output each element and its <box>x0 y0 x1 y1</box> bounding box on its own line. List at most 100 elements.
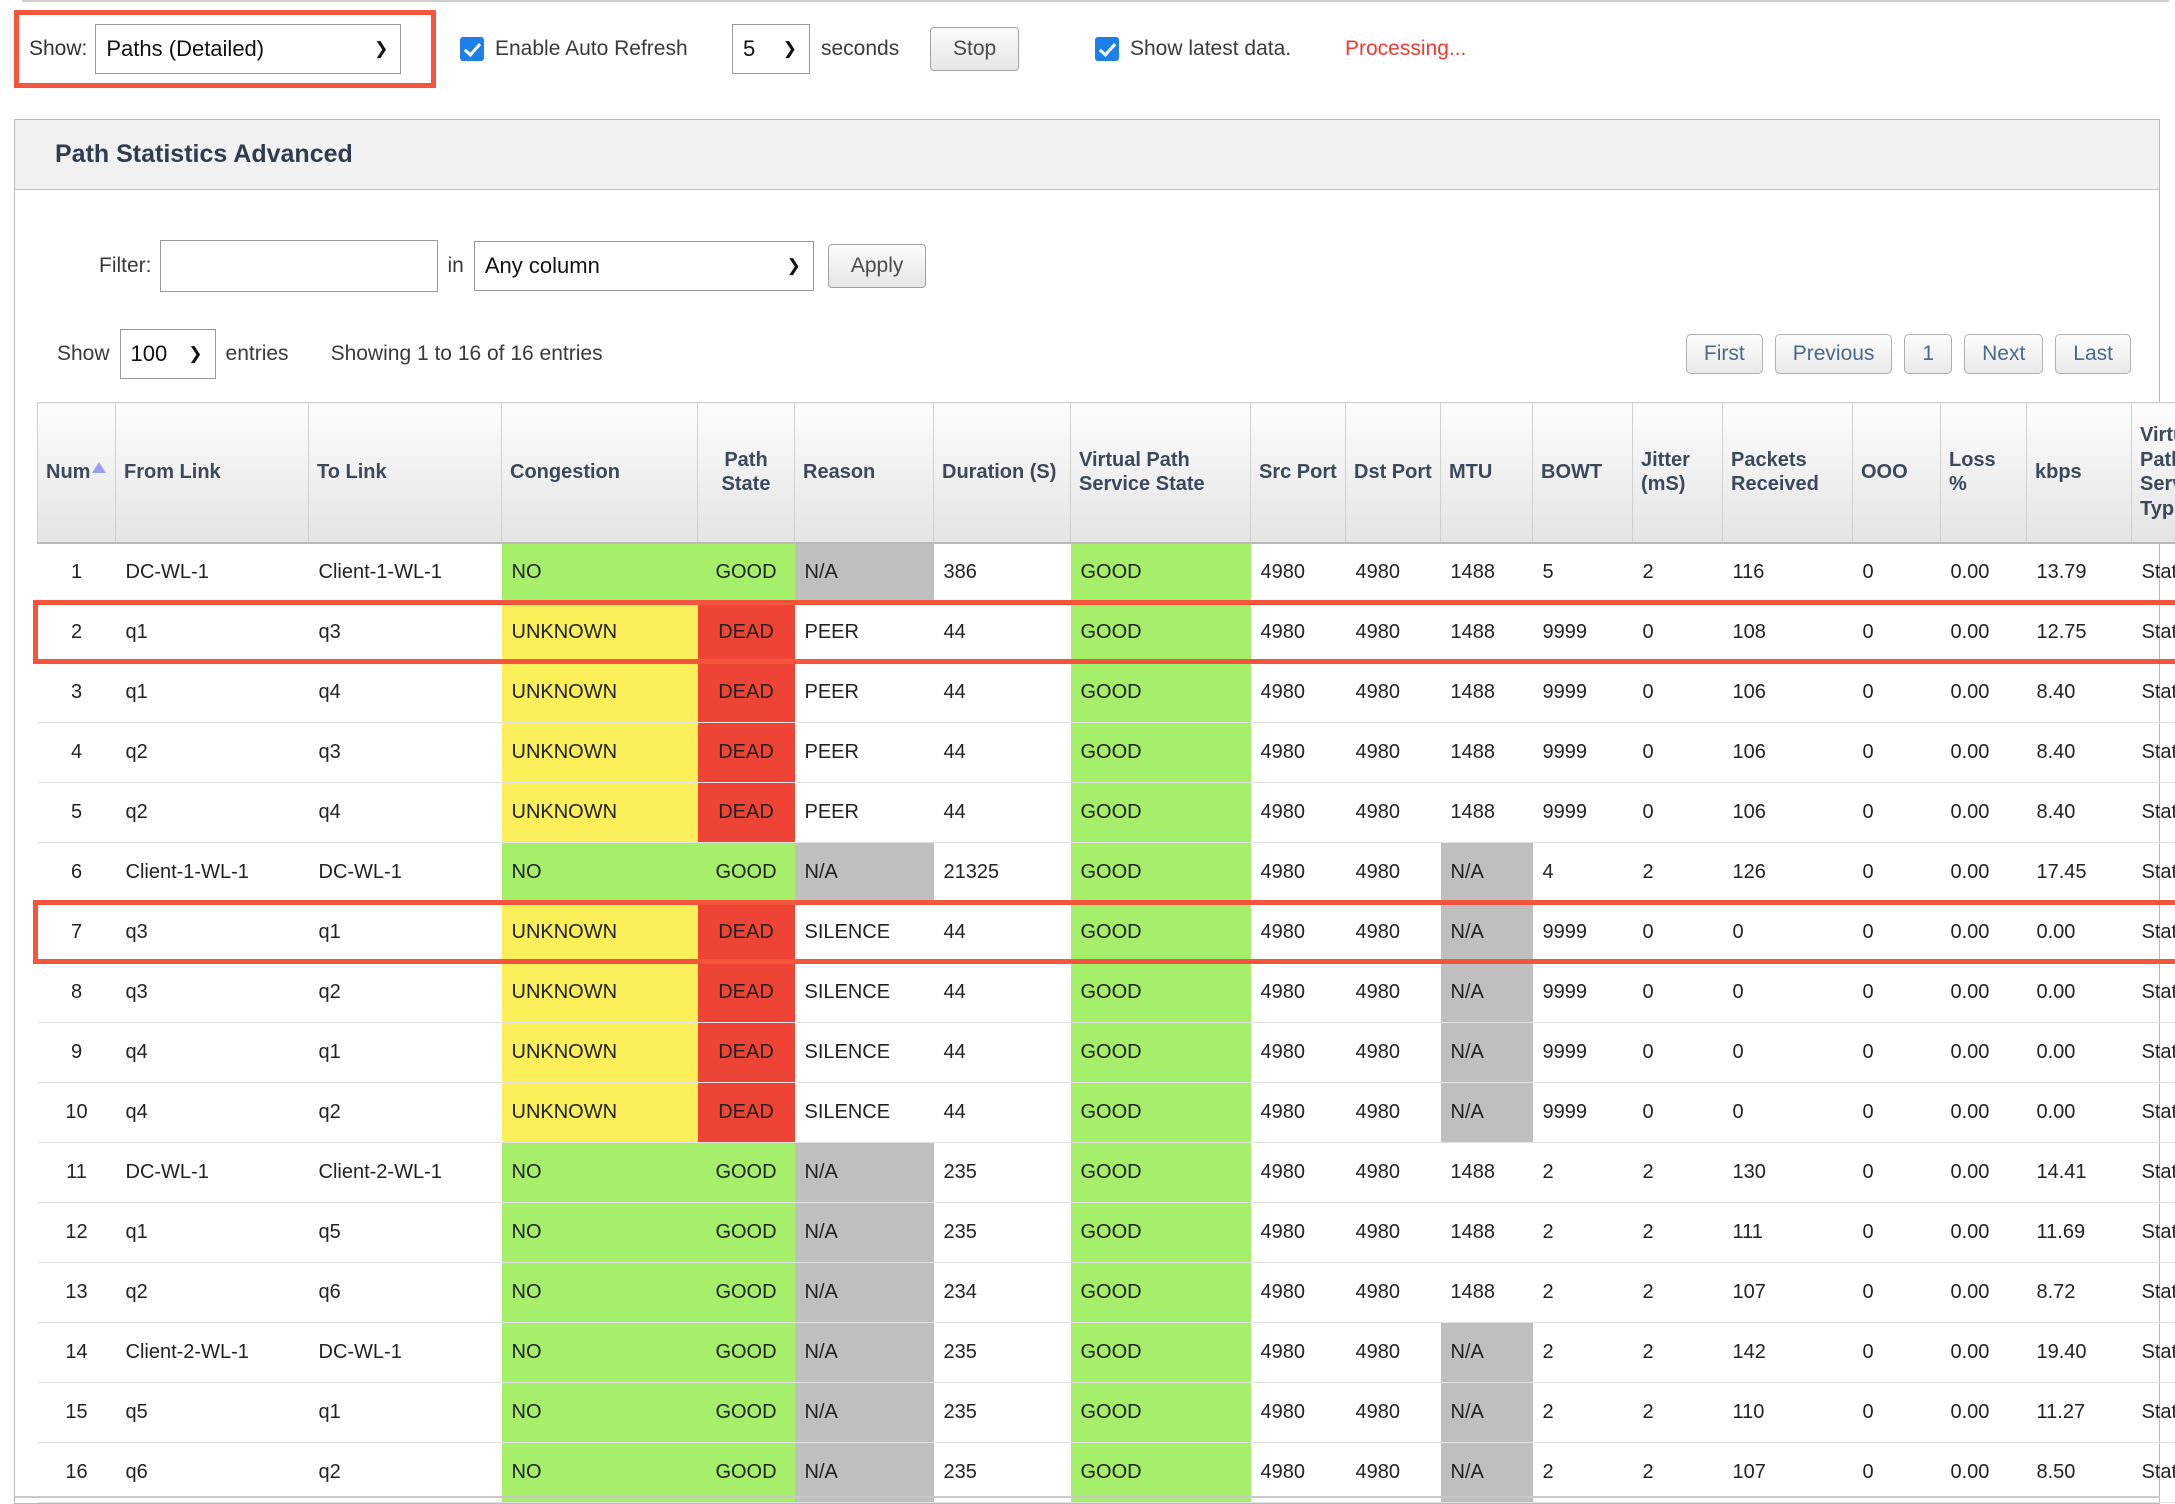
cell-to: q2 <box>309 1443 502 1503</box>
show-selector-highlight: Show: Paths (Detailed) ❯ <box>14 10 436 88</box>
table-row[interactable]: 5q2q4UNKNOWNDEADPEER44GOOD49804980148899… <box>38 783 2175 843</box>
cell-loss: 0.00 <box>1941 1023 2027 1083</box>
entries-per-page-select[interactable]: 100 ❯ <box>120 329 216 379</box>
cell-kbps: 12.75 <box>2027 603 2132 663</box>
in-label: in <box>448 254 464 278</box>
cell-kbps: 8.40 <box>2027 663 2132 723</box>
path-statistics-panel: Path Statistics Advanced Filter: in Any … <box>14 119 2160 1504</box>
col-header-to-link[interactable]: To Link <box>309 403 502 543</box>
cell-vpst: Static <box>2132 1023 2175 1083</box>
col-header-path-state[interactable]: Path State <box>698 403 795 543</box>
cell-to: q3 <box>309 723 502 783</box>
table-row[interactable]: 16q6q2NOGOODN/A235GOOD49804980N/A2210700… <box>38 1443 2175 1503</box>
cell-to: q1 <box>309 1383 502 1443</box>
table-row[interactable]: 13q2q6NOGOODN/A234GOOD498049801488221070… <box>38 1263 2175 1323</box>
cell-path-state: GOOD <box>698 843 795 903</box>
table-row[interactable]: 8q3q2UNKNOWNDEADSILENCE44GOOD49804980N/A… <box>38 963 2175 1023</box>
table-row[interactable]: 3q1q4UNKNOWNDEADPEER44GOOD49804980148899… <box>38 663 2175 723</box>
cell-jitter: 2 <box>1633 1383 1723 1443</box>
col-header-virtual-path-service-state[interactable]: Virtual Path Service State <box>1071 403 1251 543</box>
cell-num: 15 <box>38 1383 116 1443</box>
cell-vpss: GOOD <box>1071 1203 1251 1263</box>
pagination-next[interactable]: Next <box>1964 334 2043 374</box>
col-header-bowt[interactable]: BOWT <box>1533 403 1633 543</box>
col-header-mtu[interactable]: MTU <box>1441 403 1533 543</box>
table-row[interactable]: 4q2q3UNKNOWNDEADPEER44GOOD49804980148899… <box>38 723 2175 783</box>
panel-header: Path Statistics Advanced <box>15 120 2159 190</box>
pagination-previous[interactable]: Previous <box>1775 334 1893 374</box>
cell-num: 1 <box>38 543 116 603</box>
cell-from: DC-WL-1 <box>116 543 309 603</box>
cell-from: q4 <box>116 1023 309 1083</box>
col-header-congestion[interactable]: Congestion <box>502 403 698 543</box>
table-row[interactable]: 1DC-WL-1Client-1-WL-1NOGOODN/A386GOOD498… <box>38 543 2175 603</box>
filter-column-select[interactable]: Any column ❯ <box>474 241 814 291</box>
cell-kbps: 0.00 <box>2027 903 2132 963</box>
cell-dst: 4980 <box>1346 783 1441 843</box>
col-header-virtual-path-service-type[interactable]: Virtual Path Service Type <box>2132 403 2175 543</box>
show-label: Show: <box>29 37 87 61</box>
cell-vpst: Static <box>2132 963 2175 1023</box>
col-header-src-port[interactable]: Src Port <box>1251 403 1346 543</box>
cell-dst: 4980 <box>1346 1023 1441 1083</box>
panel-body: Filter: in Any column ❯ Apply Show 100 ❯… <box>15 190 2159 1503</box>
col-header-dst-port[interactable]: Dst Port <box>1346 403 1441 543</box>
col-header-ooo[interactable]: OOO <box>1853 403 1941 543</box>
table-row[interactable]: 6Client-1-WL-1DC-WL-1NOGOODN/A21325GOOD4… <box>38 843 2175 903</box>
pagination-first[interactable]: First <box>1686 334 1763 374</box>
cell-duration: 234 <box>934 1263 1071 1323</box>
table-row[interactable]: 15q5q1NOGOODN/A235GOOD49804980N/A2211000… <box>38 1383 2175 1443</box>
cell-path-state: DEAD <box>698 603 795 663</box>
cell-mtu: N/A <box>1441 843 1533 903</box>
table-row[interactable]: 7q3q1UNKNOWNDEADSILENCE44GOOD49804980N/A… <box>38 903 2175 963</box>
col-header-kbps[interactable]: kbps <box>2027 403 2132 543</box>
enable-auto-refresh-checkbox[interactable] <box>460 37 484 61</box>
cell-congestion: UNKNOWN <box>502 963 698 1023</box>
cell-src: 4980 <box>1251 1023 1346 1083</box>
col-header-duration[interactable]: Duration (S) <box>934 403 1071 543</box>
cell-vpst: Static <box>2132 1443 2175 1503</box>
chevron-down-icon: ❯ <box>188 344 202 364</box>
cell-duration: 44 <box>934 663 1071 723</box>
cell-ooo: 0 <box>1853 1383 1941 1443</box>
cell-duration: 235 <box>934 1143 1071 1203</box>
col-header-num[interactable]: Num <box>38 403 116 543</box>
cell-duration: 235 <box>934 1323 1071 1383</box>
cell-vpst: Static <box>2132 1143 2175 1203</box>
col-header-packets-received[interactable]: Packets Received <box>1723 403 1853 543</box>
cell-num: 3 <box>38 663 116 723</box>
table-body: 1DC-WL-1Client-1-WL-1NOGOODN/A386GOOD498… <box>38 543 2175 1503</box>
cell-mtu: 1488 <box>1441 1203 1533 1263</box>
cell-ooo: 0 <box>1853 1443 1941 1503</box>
cell-num: 6 <box>38 843 116 903</box>
filter-input[interactable] <box>160 240 438 292</box>
table-row[interactable]: 14Client-2-WL-1DC-WL-1NOGOODN/A235GOOD49… <box>38 1323 2175 1383</box>
table-row[interactable]: 10q4q2UNKNOWNDEADSILENCE44GOOD49804980N/… <box>38 1083 2175 1143</box>
apply-button[interactable]: Apply <box>828 244 927 288</box>
cell-packets: 0 <box>1723 1083 1853 1143</box>
pagination-last[interactable]: Last <box>2055 334 2131 374</box>
refresh-interval-select[interactable]: 5 ❯ <box>732 24 810 74</box>
cell-num: 12 <box>38 1203 116 1263</box>
seconds-label: seconds <box>821 37 899 61</box>
refresh-interval-group: 5 ❯ seconds <box>732 24 899 74</box>
cell-mtu: N/A <box>1441 1443 1533 1503</box>
show-latest-data-checkbox[interactable] <box>1095 37 1119 61</box>
col-header-jitter[interactable]: Jitter (mS) <box>1633 403 1723 543</box>
table-row[interactable]: 9q4q1UNKNOWNDEADSILENCE44GOOD49804980N/A… <box>38 1023 2175 1083</box>
cell-packets: 116 <box>1723 543 1853 603</box>
col-header-loss-pct[interactable]: Loss % <box>1941 403 2027 543</box>
filter-column-value: Any column <box>485 253 600 279</box>
stop-button[interactable]: Stop <box>930 27 1019 71</box>
show-select[interactable]: Paths (Detailed) ❯ <box>95 24 401 74</box>
cell-ooo: 0 <box>1853 723 1941 783</box>
table-row[interactable]: 12q1q5NOGOODN/A235GOOD498049801488221110… <box>38 1203 2175 1263</box>
table-row[interactable]: 11DC-WL-1Client-2-WL-1NOGOODN/A235GOOD49… <box>38 1143 2175 1203</box>
col-header-reason[interactable]: Reason <box>795 403 934 543</box>
col-header-from-link[interactable]: From Link <box>116 403 309 543</box>
chevron-down-icon: ❯ <box>783 39 797 59</box>
pagination-page-1[interactable]: 1 <box>1904 334 1952 374</box>
cell-src: 4980 <box>1251 783 1346 843</box>
table-row[interactable]: 2q1q3UNKNOWNDEADPEER44GOOD49804980148899… <box>38 603 2175 663</box>
cell-mtu: N/A <box>1441 963 1533 1023</box>
